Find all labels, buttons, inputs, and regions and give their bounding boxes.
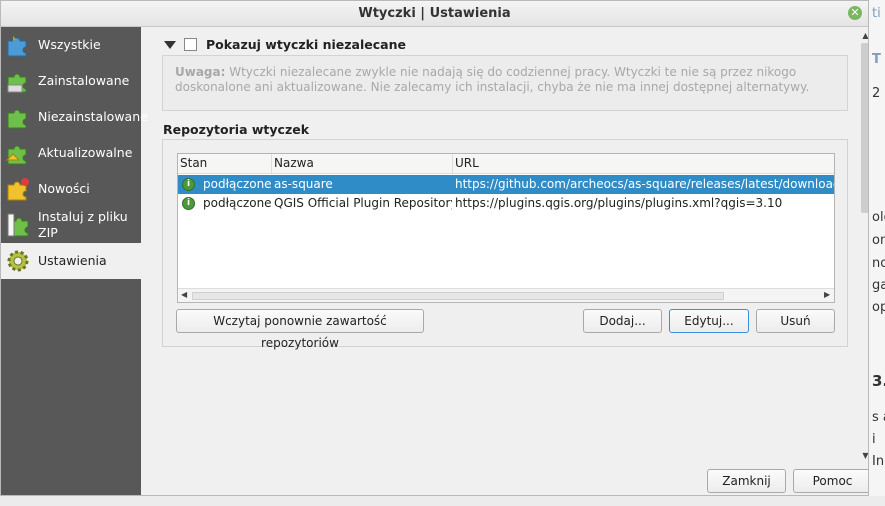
background-text: ti [872,6,881,21]
gear-icon [7,250,29,272]
scroll-down-icon[interactable]: ▼ [861,451,868,460]
background-text: op [872,300,885,315]
close-window-button[interactable]: ✕ [848,6,862,20]
background-text: T [872,52,881,67]
sidebar-item-install-zip[interactable]: Instaluj z pliku ZIP [1,207,141,243]
sidebar-item-not-installed[interactable]: Niezainstalowane [1,99,148,135]
table-row[interactable]: i podłączone as-square https://github.co… [178,175,834,194]
collapse-triangle-icon[interactable] [164,40,176,49]
status-connected-icon: i [182,178,195,191]
background-text: on [872,233,885,248]
edit-repository-button[interactable]: Edytuj... [669,309,749,333]
background-text: In [872,454,885,469]
sidebar-item-installed[interactable]: Zainstalowane [1,63,141,99]
puzzle-installed-icon [7,73,27,93]
background-text: 2 [872,86,881,101]
background-text: olo [872,210,885,225]
puzzle-new-icon [7,178,29,201]
sidebar-item-label: Ustawienia [38,253,107,268]
row-status: podłączone [203,196,271,210]
row-status: podłączone [203,177,271,191]
row-name: QGIS Official Plugin Repository [274,196,452,210]
puzzle-all-icon [7,36,27,57]
background-app: ti T 2 olo on no ga op 3. s a i In [868,0,885,506]
scroll-thumb[interactable] [861,43,868,213]
title-bar: Wtyczki | Ustawienia ✕ [1,1,868,27]
scroll-thumb[interactable] [192,292,724,300]
background-strip [0,496,885,506]
puzzle-zip-icon [7,213,29,237]
column-header-url[interactable]: URL [453,154,834,174]
sidebar-item-label: Niezainstalowane [38,109,148,124]
puzzle-upgradeable-icon [5,145,27,165]
show-experimental-checkbox[interactable] [184,38,197,51]
row-url: https://github.com/archeocs/as-square/re… [455,177,834,191]
sidebar-item-label: Zainstalowane [38,73,130,88]
repositories-group: Stan Nazwa URL i podłączone as-square ht… [162,139,848,350]
sidebar-item-settings[interactable]: Ustawienia [1,243,141,279]
scroll-left-icon[interactable]: ◀ [181,290,187,299]
experimental-warning-note: Uwaga: Wtyczki niezalecane zwykle nie na… [162,55,848,111]
window-title: Wtyczki | Ustawienia [358,6,511,21]
sidebar-item-label: Nowości [38,181,90,196]
background-text: 3. [872,372,885,390]
sidebar-item-label: Wszystkie [38,37,101,52]
add-repository-button[interactable]: Dodaj... [583,309,662,333]
reload-repositories-button[interactable]: Wczytaj ponownie zawartość repozytoriów [176,309,424,350]
background-text: i [872,432,876,447]
horizontal-scrollbar[interactable]: ◀ ▶ [178,288,834,302]
repositories-table: Stan Nazwa URL i podłączone as-square ht… [177,153,835,303]
experimental-row: Pokazuj wtyczki niezalecane [164,37,406,52]
sidebar-item-label: Instaluj z pliku ZIP [38,209,128,240]
table-row[interactable]: i podłączone QGIS Official Plugin Reposi… [178,194,834,213]
sidebar-item-label: Aktualizowalne [38,145,133,160]
scroll-right-icon[interactable]: ▶ [824,290,830,299]
sidebar-item-new[interactable]: Nowości [1,171,141,207]
column-header-name[interactable]: Nazwa [272,154,453,174]
row-name: as-square [274,177,333,191]
column-header-status[interactable]: Stan [178,154,272,174]
close-button[interactable]: Zamknij [707,469,786,493]
help-button[interactable]: Pomoc [793,469,868,493]
repositories-title: Repozytoria wtyczek [163,122,310,137]
sidebar: Wszystkie Zainstalowane Niezainstalowane… [1,27,148,495]
row-url: https://plugins.qgis.org/plugins/plugins… [455,196,783,210]
plugins-dialog: Wtyczki | Ustawienia ✕ Wszystkie Zainsta… [0,0,869,496]
table-header: Stan Nazwa URL [178,154,834,174]
settings-panel: Pokazuj wtyczki niezalecane Uwaga: Wtycz… [142,27,858,467]
note-text: Wtyczki niezalecane zwykle nie nadają si… [175,65,810,94]
scroll-up-icon[interactable]: ▲ [861,31,868,40]
delete-repository-button[interactable]: Usuń [756,309,835,333]
sidebar-item-upgradeable[interactable]: Aktualizowalne [1,135,141,171]
note-bold: Uwaga: [175,65,226,79]
background-text: s a [872,410,885,425]
status-connected-icon: i [182,197,195,210]
show-experimental-label: Pokazuj wtyczki niezalecane [206,37,406,52]
background-text: no [872,256,885,271]
sidebar-item-all[interactable]: Wszystkie [1,27,141,63]
vertical-scrollbar[interactable]: ▲ ▼ [859,29,868,465]
background-text: ga [872,278,885,293]
puzzle-not-installed-icon [7,109,27,129]
